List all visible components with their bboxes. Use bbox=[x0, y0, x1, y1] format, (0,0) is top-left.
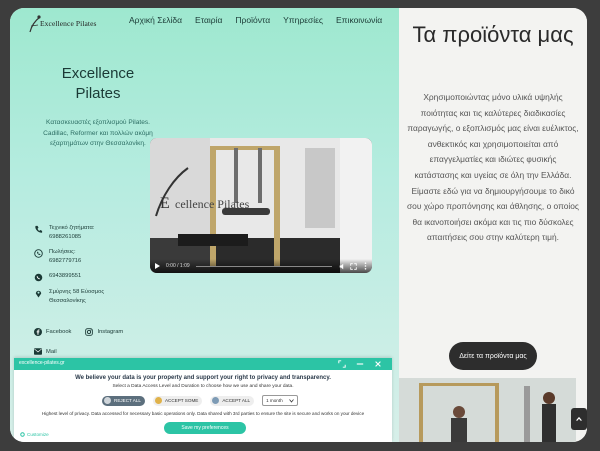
video-progress-bar[interactable] bbox=[196, 265, 332, 267]
products-panel: Τα προϊόντα μας Χρησιμοποιώντας μόνο υλι… bbox=[399, 8, 587, 442]
accept-some-label: ACCEPT SOME bbox=[164, 398, 199, 403]
map-pin-icon bbox=[35, 290, 42, 298]
whatsapp-icon bbox=[34, 273, 43, 282]
contact-label: Τεχνικό ζητήματα: bbox=[49, 225, 95, 231]
products-text: Χρησιμοποιώντας μόνο υλικά υψηλής ποιότη… bbox=[407, 92, 579, 243]
cookie-options: REJECT ALL ACCEPT SOME ACCEPT ALL 1 mont… bbox=[102, 395, 298, 406]
contact-technical[interactable]: Τεχνικό ζητήματα: 6988261085 bbox=[34, 224, 164, 242]
customize-link[interactable]: Customize bbox=[20, 432, 49, 437]
instagram-icon bbox=[85, 328, 94, 336]
video-time: 0:00 / 1:09 bbox=[166, 263, 190, 269]
facebook-label: Facebook bbox=[46, 329, 72, 335]
cookie-subheading: Select a Data Access Level and Duration … bbox=[112, 384, 294, 389]
duration-select[interactable]: 1 month bbox=[262, 395, 298, 406]
gear-icon bbox=[20, 432, 25, 437]
video-logo-text: cellence Pilates bbox=[175, 197, 250, 211]
accept-some-option[interactable]: ACCEPT SOME bbox=[152, 395, 203, 406]
radio-dot bbox=[212, 397, 220, 404]
cookie-privacy-note: Highest level of privacy. Data accessed … bbox=[41, 411, 365, 416]
social-links: Facebook Instagram bbox=[34, 328, 123, 336]
contact-whatsapp[interactable]: 6943899551 bbox=[34, 272, 164, 282]
expand-icon[interactable] bbox=[338, 360, 346, 368]
site-logo[interactable]: Excellence Pilates bbox=[28, 14, 100, 34]
mail-label: Mail bbox=[46, 348, 57, 355]
save-preferences-button[interactable]: Save my preferences bbox=[164, 422, 246, 434]
nav-contact[interactable]: Επικοινωνία bbox=[336, 15, 382, 25]
facebook-link[interactable]: Facebook bbox=[34, 328, 71, 336]
view-products-button[interactable]: Δείτε τα προϊόντα μας bbox=[449, 342, 537, 370]
customize-label: Customize bbox=[27, 432, 49, 437]
instagram-label: Instagram bbox=[97, 329, 124, 335]
contact-address-line-1: Σμύρνης 58 Εύοσμος bbox=[49, 289, 105, 295]
brand-line-2: Pilates bbox=[75, 85, 121, 102]
phone-icon bbox=[34, 249, 43, 258]
nav-services[interactable]: Υπηρεσίες bbox=[283, 15, 323, 25]
scroll-top-button[interactable] bbox=[571, 408, 587, 430]
duration-value: 1 month bbox=[266, 398, 283, 403]
minimize-icon[interactable] bbox=[356, 360, 364, 368]
brand-heading: Excellence Pilates bbox=[28, 64, 168, 104]
products-title: Τα προϊόντα μας bbox=[412, 22, 574, 47]
play-icon[interactable] bbox=[155, 263, 160, 269]
obscured-heading: Τα μας bbox=[250, 430, 283, 442]
close-icon[interactable] bbox=[374, 360, 382, 368]
contact-address-line-2: Θεσσαλονίκης bbox=[49, 298, 86, 304]
reject-all-option[interactable]: REJECT ALL bbox=[102, 395, 145, 406]
accept-all-option[interactable]: ACCEPT ALL bbox=[210, 395, 255, 406]
chevron-up-icon bbox=[576, 416, 582, 421]
contact-value: 6982779716 bbox=[49, 258, 82, 264]
studio-photo bbox=[399, 378, 576, 442]
contact-sales[interactable]: Πωλήσεις: 6982779716 bbox=[34, 248, 164, 266]
reject-all-label: REJECT ALL bbox=[114, 398, 141, 403]
main-nav: Αρχική Σελίδα Εταιρία Προϊόντα Υπηρεσίες… bbox=[129, 15, 382, 25]
chevron-down-icon bbox=[288, 398, 294, 403]
studio-photo-image bbox=[399, 378, 576, 442]
video-controls: 0:00 / 1:09 bbox=[150, 259, 372, 273]
contact-address[interactable]: Σμύρνης 58 Εύοσμος Θεσσαλονίκης bbox=[34, 288, 164, 306]
cookie-banner-header: excellence-pilates.gr bbox=[14, 358, 392, 370]
contact-value: 6943899551 bbox=[49, 273, 82, 279]
video-logo-e: E bbox=[160, 195, 170, 212]
facebook-icon bbox=[34, 328, 42, 336]
browser-viewport: Excellence Pilates Αρχική Σελίδα Εταιρία… bbox=[10, 8, 587, 442]
volume-icon[interactable] bbox=[339, 263, 346, 270]
cookie-heading: We believe your data is your property an… bbox=[75, 375, 331, 381]
radio-dot bbox=[154, 397, 162, 404]
mail-link[interactable]: Mail bbox=[34, 348, 57, 355]
contact-label: Πωλήσεις: bbox=[49, 249, 76, 255]
brand-description: Κατασκευαστές εξοπλισμού Pilates. Cadill… bbox=[43, 119, 153, 147]
logo-text: Excellence Pilates bbox=[40, 19, 97, 28]
contact-value: 6988261085 bbox=[49, 234, 82, 240]
mail-icon bbox=[34, 348, 42, 355]
brand-line-1: Excellence bbox=[61, 65, 135, 82]
contact-list: Τεχνικό ζητήματα: 6988261085 Πωλήσεις: 698… bbox=[34, 224, 164, 312]
cookie-site-name: excellence-pilates.gr bbox=[19, 360, 65, 366]
promo-video[interactable]: E cellence Pilates 0:00 / 1:09 bbox=[150, 138, 372, 273]
more-options-icon[interactable] bbox=[364, 262, 367, 270]
nav-home[interactable]: Αρχική Σελίδα bbox=[129, 15, 182, 25]
cookie-consent-banner: excellence-pilates.gr We believe your da… bbox=[14, 358, 392, 442]
nav-company[interactable]: Εταιρία bbox=[195, 15, 222, 25]
fullscreen-icon[interactable] bbox=[350, 263, 357, 270]
nav-products[interactable]: Προϊόντα bbox=[235, 15, 270, 25]
instagram-link[interactable]: Instagram bbox=[85, 328, 123, 336]
phone-icon bbox=[35, 225, 43, 233]
accept-all-label: ACCEPT ALL bbox=[222, 398, 251, 403]
video-frame: E cellence Pilates bbox=[150, 138, 372, 273]
radio-dot bbox=[104, 397, 111, 404]
